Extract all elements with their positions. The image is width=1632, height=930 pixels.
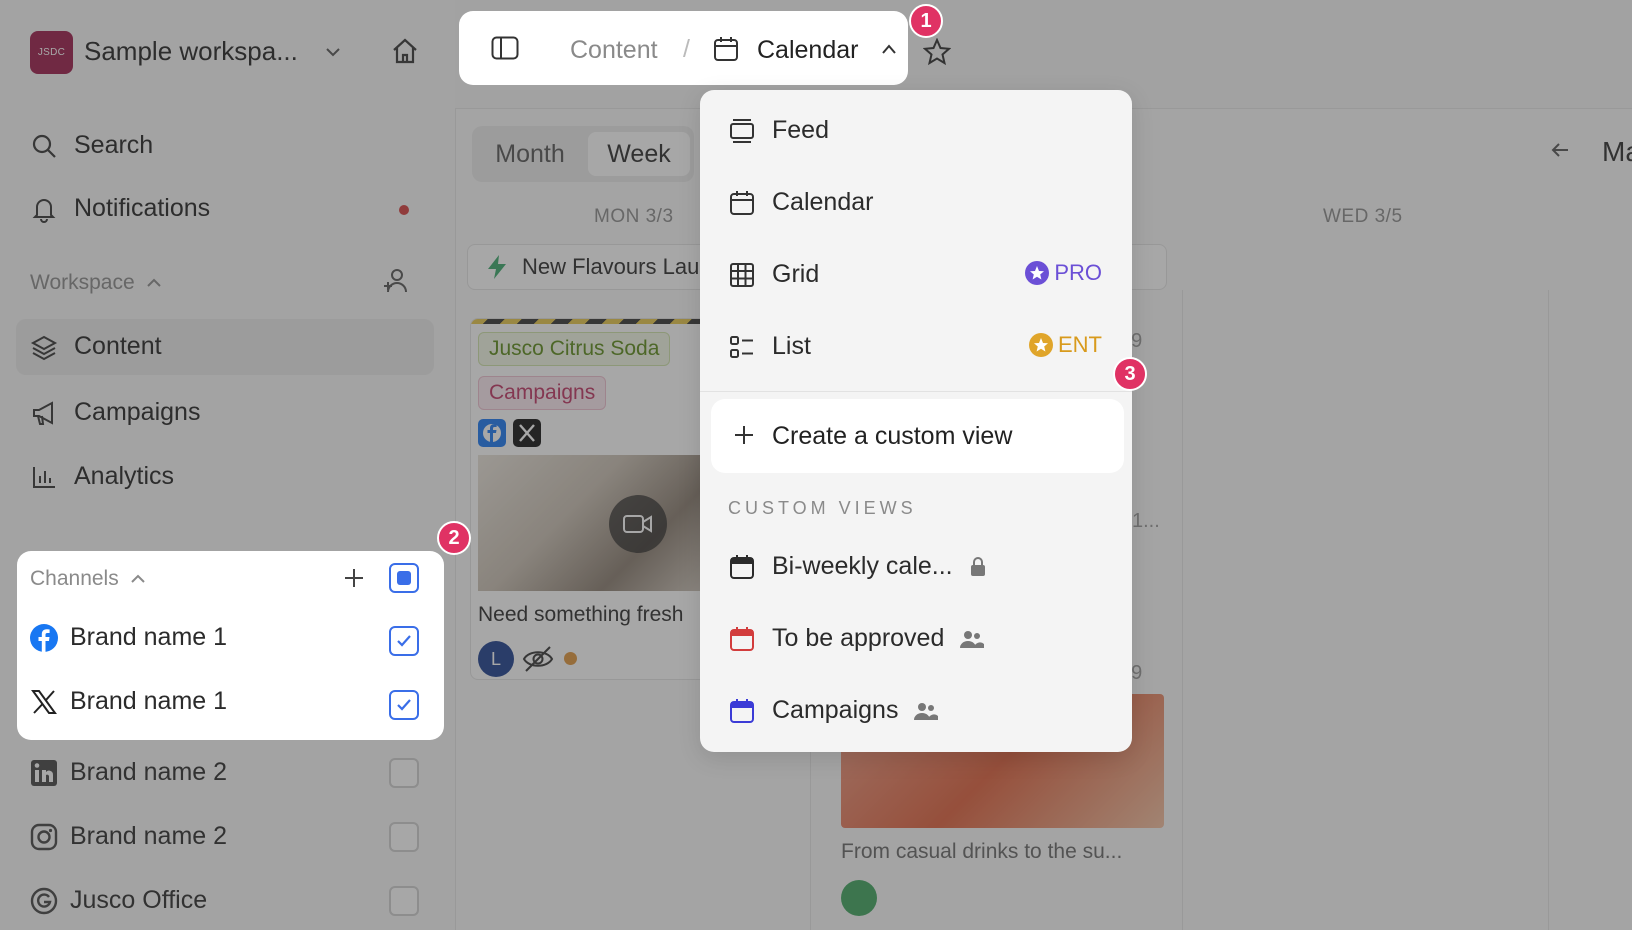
channels-panel: Channels Brand name 1 Brand name 1 [17, 551, 444, 740]
check-icon [397, 635, 411, 647]
breadcrumb-separator: / [683, 35, 690, 63]
step-marker: 2 [437, 521, 471, 555]
check-icon [397, 699, 411, 711]
chevron-up-icon [129, 570, 147, 588]
channel-label: Brand name 1 [70, 623, 228, 651]
channel-checkbox[interactable] [389, 690, 419, 720]
custom-view-label: To be approved [772, 624, 945, 652]
dropdown-divider [700, 391, 1132, 392]
ent-badge-label: ENT [1058, 332, 1102, 357]
star-badge-icon [1028, 332, 1054, 358]
dropdown-item-list[interactable]: List [728, 332, 811, 361]
x-icon [30, 688, 58, 716]
channel-row[interactable]: Brand name 1 [30, 623, 227, 652]
step-marker: 3 [1113, 357, 1147, 391]
step-marker: 1 [909, 4, 943, 38]
people-icon [914, 701, 939, 721]
calendar-icon [728, 697, 756, 725]
pro-badge: PRO [1024, 260, 1102, 286]
calendar-icon [728, 625, 756, 653]
dropdown-item-label: Calendar [772, 188, 874, 216]
feed-icon [728, 117, 756, 145]
people-icon [960, 629, 985, 649]
plus-icon [733, 424, 755, 446]
channels-section-label: Channels [30, 567, 119, 590]
custom-view-item[interactable]: Campaigns [728, 696, 939, 725]
dropdown-item-label: Grid [772, 260, 820, 288]
list-icon [728, 333, 756, 361]
sidebar-toggle-icon[interactable] [491, 36, 519, 60]
calendar-icon [728, 189, 756, 217]
select-all-channels-checkbox[interactable] [389, 563, 419, 593]
custom-views-header: CUSTOM VIEWS [728, 498, 917, 518]
facebook-icon [30, 623, 58, 652]
star-badge-icon [1024, 260, 1050, 286]
channel-checkbox[interactable] [389, 626, 419, 656]
add-channel-icon[interactable] [343, 567, 365, 589]
calendar-icon [728, 553, 756, 581]
chevron-up-icon[interactable] [880, 41, 898, 57]
dropdown-item-label: Feed [772, 116, 829, 144]
channels-section-header[interactable]: Channels [30, 567, 147, 591]
calendar-icon [713, 36, 739, 62]
star-icon[interactable] [923, 38, 951, 66]
custom-view-item[interactable]: Bi-weekly cale... [728, 552, 987, 581]
channel-label: Brand name 1 [70, 687, 228, 715]
create-custom-view-button[interactable]: Create a custom view [711, 399, 1124, 473]
breadcrumb-parent[interactable]: Content [570, 36, 658, 65]
dropdown-item-label: List [772, 332, 811, 360]
indeterminate-mark [397, 571, 411, 585]
custom-view-label: Campaigns [772, 696, 899, 724]
create-custom-view-label: Create a custom view [772, 422, 1013, 450]
custom-view-item[interactable]: To be approved [728, 624, 985, 653]
grid-icon [728, 261, 756, 289]
breadcrumb-current[interactable]: Calendar [757, 36, 858, 65]
lock-icon [969, 556, 987, 577]
custom-view-label: Bi-weekly cale... [772, 552, 953, 580]
dropdown-item-calendar[interactable]: Calendar [728, 188, 873, 217]
pro-badge-label: PRO [1054, 260, 1102, 285]
channel-row[interactable]: Brand name 1 [30, 687, 227, 716]
dropdown-item-feed[interactable]: Feed [728, 116, 829, 145]
ent-badge: ENT [1028, 332, 1102, 358]
breadcrumb: Content / Calendar [459, 11, 908, 85]
dropdown-item-grid[interactable]: Grid [728, 260, 819, 289]
